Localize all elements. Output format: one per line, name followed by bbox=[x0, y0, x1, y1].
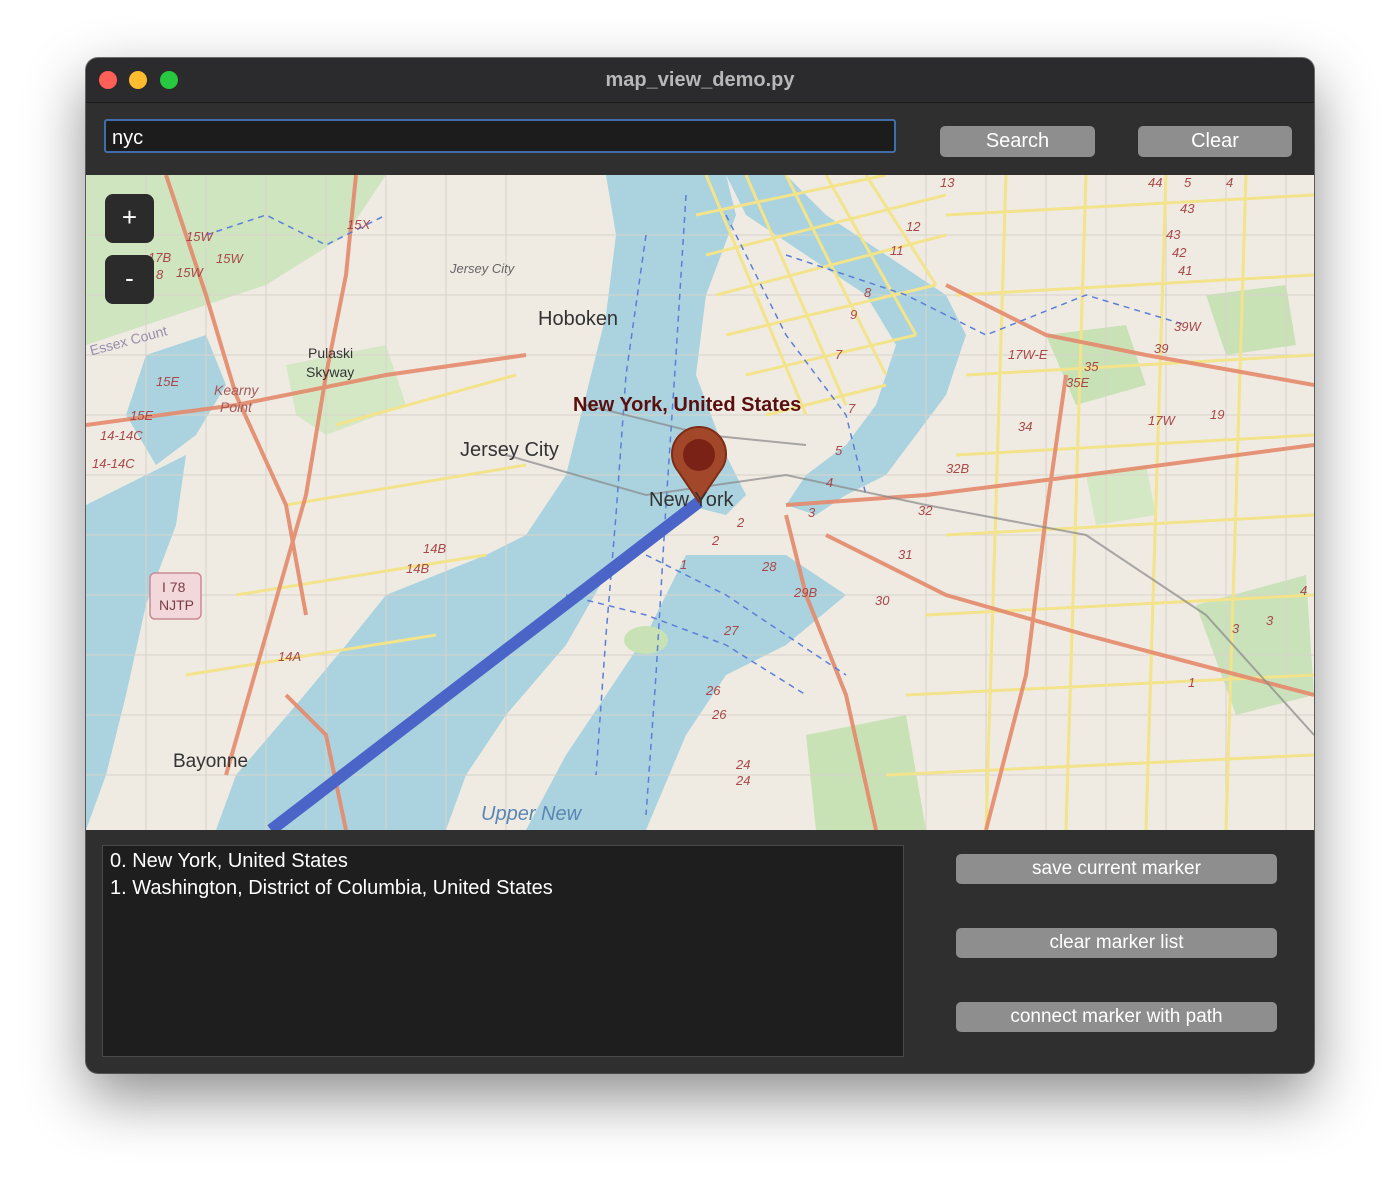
route-label: 15W bbox=[216, 251, 243, 266]
save-marker-button[interactable]: save current marker bbox=[956, 854, 1277, 884]
app-window: map_view_demo.py nyc Search Clear Hoboke… bbox=[86, 58, 1314, 1073]
route-label: 24 bbox=[736, 757, 751, 772]
water-label-upper-new: Upper New bbox=[481, 803, 582, 825]
route-label: 1 bbox=[1188, 675, 1196, 690]
zoom-in-button[interactable]: + bbox=[105, 194, 154, 243]
place-label-jersey-city-small: Jersey City bbox=[450, 261, 515, 276]
route-label: 15E bbox=[156, 374, 180, 389]
route-label: 15W bbox=[186, 229, 213, 244]
route-label: 31 bbox=[898, 547, 913, 562]
marker-list[interactable]: 0. New York, United States 1. Washington… bbox=[102, 845, 904, 1057]
route-label: 8 bbox=[864, 285, 872, 300]
route-label: 14-14C bbox=[92, 456, 135, 471]
route-label: 14B bbox=[423, 541, 447, 556]
shield-label-line1: I 78 bbox=[162, 579, 186, 595]
map-view[interactable]: Hoboken Jersey City New York Bayonne Pul… bbox=[86, 175, 1314, 830]
route-label: 5 bbox=[1184, 175, 1192, 190]
place-label-jersey-city: Jersey City bbox=[460, 439, 559, 461]
route-label: 19 bbox=[1210, 407, 1225, 422]
connect-marker-path-button[interactable]: connect marker with path bbox=[956, 1002, 1277, 1032]
route-label: 34 bbox=[1018, 419, 1033, 434]
route-label: 17W-E bbox=[1008, 347, 1048, 362]
route-label: 29B bbox=[794, 585, 818, 600]
window-title: map_view_demo.py bbox=[605, 69, 795, 91]
marker-label: New York, United States bbox=[573, 394, 802, 416]
place-label-bayonne: Bayonne bbox=[173, 751, 249, 772]
route-label: 4 bbox=[826, 475, 834, 490]
route-label: 7 bbox=[835, 347, 843, 362]
route-label: 39W bbox=[1174, 319, 1201, 334]
list-item[interactable]: 1. Washington, District of Columbia, Uni… bbox=[110, 875, 896, 902]
place-label-skyway: Skyway bbox=[306, 364, 355, 380]
clear-button[interactable]: Clear bbox=[1138, 126, 1292, 157]
route-label: 13 bbox=[940, 175, 955, 190]
route-label: 42 bbox=[1172, 245, 1187, 260]
route-label: 15W bbox=[176, 265, 203, 280]
route-label: 15E bbox=[130, 408, 154, 423]
route-label: 14-14C bbox=[100, 428, 143, 443]
title-bar: map_view_demo.py bbox=[86, 58, 1314, 103]
search-button[interactable]: Search bbox=[940, 126, 1095, 157]
route-label: 7 bbox=[848, 401, 856, 416]
route-label: 17W bbox=[1148, 413, 1175, 428]
route-label: 4 bbox=[1226, 175, 1234, 190]
route-label: 39 bbox=[1154, 341, 1169, 356]
route-label: 27 bbox=[724, 623, 739, 638]
clear-marker-list-button[interactable]: clear marker list bbox=[956, 928, 1277, 958]
route-label: 14A bbox=[278, 649, 302, 664]
route-label: 9 bbox=[850, 307, 858, 322]
route-label: 8 bbox=[156, 267, 164, 282]
place-label-new-york: New York bbox=[649, 489, 734, 511]
route-label: 3 bbox=[1266, 613, 1274, 628]
route-label: 44 bbox=[1148, 175, 1163, 190]
route-label: 32 bbox=[918, 503, 933, 518]
place-label-hoboken: Hoboken bbox=[538, 308, 619, 330]
route-label: 4 bbox=[1300, 583, 1308, 598]
route-label: 3 bbox=[808, 505, 816, 520]
route-label: 28 bbox=[762, 559, 777, 574]
search-input[interactable]: nyc bbox=[104, 119, 896, 153]
route-label: 26 bbox=[712, 707, 727, 722]
route-label: 35 bbox=[1084, 359, 1099, 374]
route-label: 12 bbox=[906, 219, 921, 234]
route-label: 11 bbox=[890, 243, 904, 258]
route-label: 2 bbox=[737, 515, 745, 530]
shield-label-line2: NJTP bbox=[159, 597, 194, 613]
zoom-out-button[interactable]: - bbox=[105, 255, 154, 304]
list-item[interactable]: 0. New York, United States bbox=[110, 848, 896, 875]
route-label: 14B bbox=[406, 561, 430, 576]
route-label: 43 bbox=[1180, 201, 1195, 216]
route-label: 35E bbox=[1066, 375, 1090, 390]
route-label: 3 bbox=[1232, 621, 1240, 636]
route-label: 2 bbox=[712, 533, 720, 548]
route-label: 5 bbox=[835, 443, 843, 458]
route-label: 43 bbox=[1166, 227, 1181, 242]
place-label-point: Point bbox=[220, 399, 252, 415]
route-label: 26 bbox=[706, 683, 721, 698]
place-label-kearny: Kearny bbox=[214, 382, 259, 398]
route-label: 41 bbox=[1178, 263, 1193, 278]
route-label: 15X bbox=[347, 217, 371, 232]
place-label-pulaski: Pulaski bbox=[308, 345, 354, 361]
route-label: 24 bbox=[736, 773, 751, 788]
route-label: 32B bbox=[946, 461, 970, 476]
route-label: 1 bbox=[680, 557, 688, 572]
route-label: 30 bbox=[875, 593, 890, 608]
